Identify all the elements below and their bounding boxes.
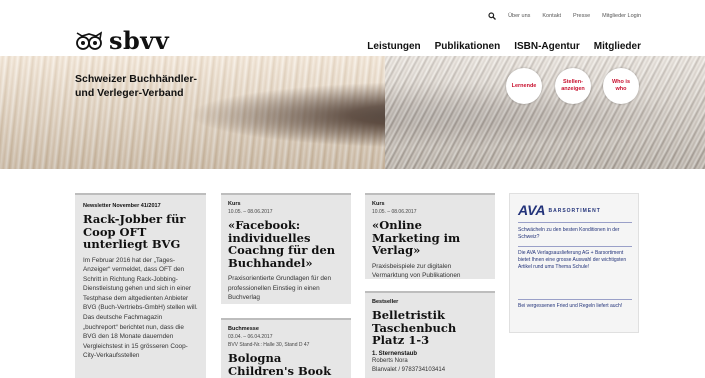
course-card-facebook[interactable]: Kurs 10.05. – 08.06.2017 «Facebook: indi… xyxy=(221,193,351,304)
card-title[interactable]: Belletristik Taschenbuch Platz 1-3 xyxy=(372,309,488,347)
card-title[interactable]: Bologna Children's Book Fair 2017 xyxy=(228,352,344,378)
card-text: Praxisbeispiele zur digitalen Vermarktun… xyxy=(372,262,461,280)
ad-divider xyxy=(518,246,632,247)
utility-link-about[interactable]: Über uns xyxy=(508,13,530,19)
card-date: 10.05. – 08.06.2017 xyxy=(228,209,273,215)
ad-divider xyxy=(518,299,632,300)
nav-item-mitglieder[interactable]: Mitglieder xyxy=(594,41,641,52)
page: Über uns Kontakt Presse Mitglieder Login… xyxy=(0,0,705,378)
utility-link-press[interactable]: Presse xyxy=(573,13,590,19)
search-icon[interactable] xyxy=(488,12,497,20)
ad-text-1: Schwächeln zu den besten Konditionen in … xyxy=(518,227,620,241)
bestseller-card[interactable]: Bestseller Belletristik Taschenbuch Plat… xyxy=(365,291,495,378)
bubble-stellenanzeigen[interactable]: Stellen- anzeigen xyxy=(555,68,591,104)
owl-icon xyxy=(76,30,103,50)
ava-advertisement[interactable]: AVA BARSORTIMENT Schwächeln zu den besten… xyxy=(509,193,639,333)
card-title[interactable]: «Online Marketing im Verlag» xyxy=(372,219,488,257)
ad-divider xyxy=(518,222,632,223)
newsletter-card[interactable]: Newsletter November 41/2017 Rack-Jobber … xyxy=(75,193,206,378)
card-kicker: Bestseller xyxy=(372,299,399,305)
ad-text-3: Bei vergessenen Fried und Regeln liefert… xyxy=(518,303,623,309)
card-date: 03.04. – 06.04.2017 xyxy=(228,334,273,340)
course-card-online-marketing[interactable]: Kurs 10.05. – 08.06.2017 «Online Marketi… xyxy=(365,193,495,279)
card-meta: BVV Stand-Nr.: Halle 30, Stand D 47 xyxy=(228,342,310,348)
card-kicker: Kurs xyxy=(372,201,385,207)
utility-nav: Über uns Kontakt Presse Mitglieder Login xyxy=(488,12,641,20)
nav-item-isbn-agentur[interactable]: ISBN-Agentur xyxy=(514,41,580,52)
card-kicker: Kurs xyxy=(228,201,241,207)
card-date: 10.05. – 08.06.2017 xyxy=(372,209,417,215)
bubble-who-is-who[interactable]: Who is who xyxy=(603,68,639,104)
card-title[interactable]: Rack-Jobber für Coop OFT unterliegt BVG xyxy=(83,213,198,251)
fair-card-bologna[interactable]: Buchmesse 03.04. – 06.04.2017 BVV Stand-… xyxy=(221,318,351,378)
card-text: Praxisorientierte Grundlagen für den pro… xyxy=(228,275,332,302)
utility-link-login[interactable]: Mitglieder Login xyxy=(602,13,641,19)
utility-link-contact[interactable]: Kontakt xyxy=(542,13,561,19)
card-kicker: Buchmesse xyxy=(228,326,259,332)
logo-wordmark: sbvv xyxy=(109,26,170,55)
nav-item-publikationen[interactable]: Publikationen xyxy=(435,41,501,52)
bestseller-isbn: Blanvalet / 9783734103414 xyxy=(372,366,446,373)
bestseller-author: Roberts Nora xyxy=(372,357,408,364)
hero-title: Schweizer Buchhändler- und Verleger-Verb… xyxy=(75,73,197,99)
ava-logo: AVA BARSORTIMENT xyxy=(518,202,601,218)
logo[interactable]: sbvv xyxy=(75,26,169,55)
card-title[interactable]: «Facebook: individuelles Coachng für den… xyxy=(228,219,344,269)
nav-item-leistungen[interactable]: Leistungen xyxy=(367,41,420,52)
ad-text-2: Die AVA Verlagsauslieferung AG + Barsort… xyxy=(518,250,627,271)
card-kicker: Newsletter November 41/2017 xyxy=(83,203,161,209)
main-nav: Leistungen Publikationen ISBN-Agentur Mi… xyxy=(367,41,641,52)
card-text: Im Februar 2016 hat der „Tages-Anzeiger“… xyxy=(83,256,198,360)
bubble-lernende[interactable]: Lernende xyxy=(506,68,542,104)
